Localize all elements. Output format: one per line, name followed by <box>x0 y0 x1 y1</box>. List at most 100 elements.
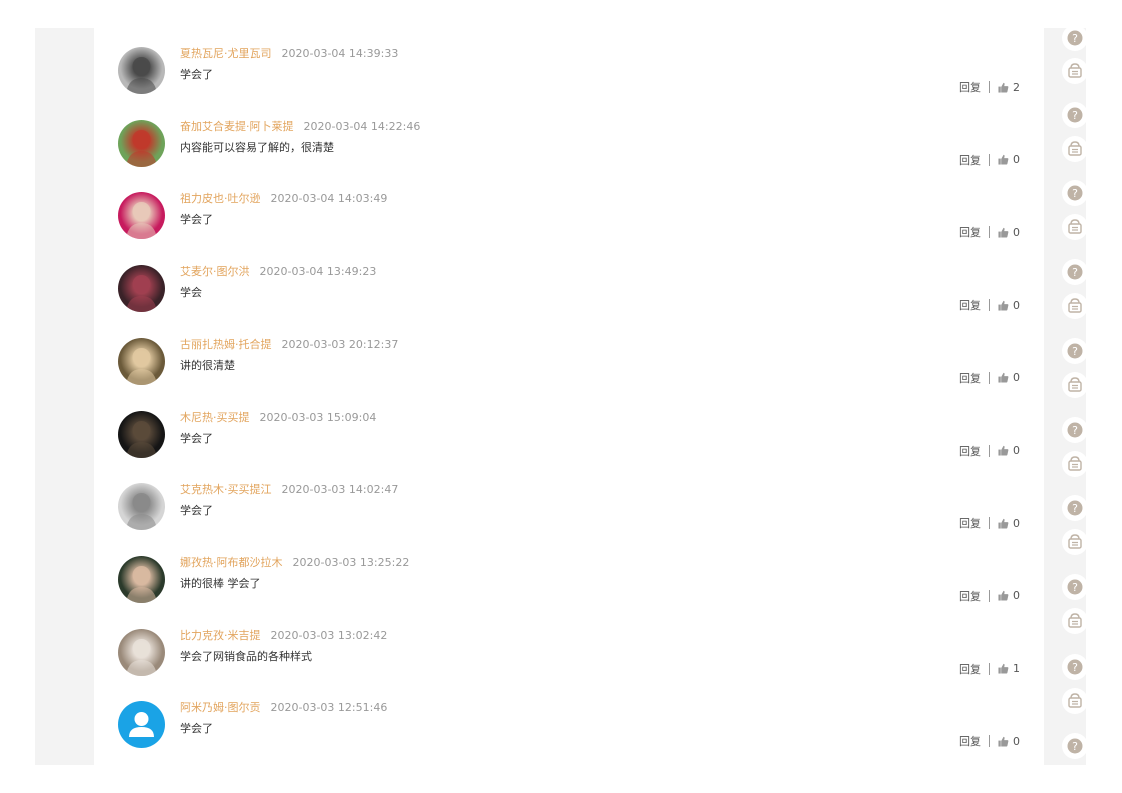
user-photo <box>126 493 157 531</box>
avatar[interactable] <box>118 701 165 749</box>
comment-text: 学会了 <box>180 722 213 736</box>
comment-author[interactable]: 艾克热木·买买提江 <box>180 483 272 496</box>
avatar[interactable] <box>118 555 165 603</box>
comment-author[interactable]: 夏热瓦尼·尤里瓦司 <box>180 47 272 60</box>
reply-button[interactable]: 回复 <box>959 515 981 531</box>
avatar[interactable] <box>118 410 165 458</box>
comment-item: 木尼热·买买提 2020-03-03 15:09:04 学会了 回复 0 <box>94 392 1044 464</box>
comment-actions: 回复 0 <box>959 370 1020 386</box>
bag-icon[interactable] <box>1062 608 1088 634</box>
reply-button[interactable]: 回复 <box>959 79 981 95</box>
question-icon[interactable]: ? <box>1062 338 1088 364</box>
like-button[interactable]: 0 <box>998 153 1020 166</box>
question-icon[interactable]: ? <box>1062 733 1088 759</box>
divider <box>989 517 990 530</box>
like-button[interactable]: 0 <box>998 444 1020 457</box>
reply-button[interactable]: 回复 <box>959 224 981 240</box>
user-photo <box>126 129 157 167</box>
question-icon[interactable]: ? <box>1062 25 1088 51</box>
thumbs-up-icon <box>998 663 1009 674</box>
avatar[interactable] <box>118 265 165 313</box>
bag-icon[interactable] <box>1062 372 1088 398</box>
comment-actions: 回复 0 <box>959 152 1020 168</box>
comment-author[interactable]: 祖力皮也·吐尔逊 <box>180 192 261 205</box>
comment-actions: 回复 0 <box>959 443 1020 459</box>
svg-text:?: ? <box>1072 661 1078 674</box>
question-icon[interactable]: ? <box>1062 259 1088 285</box>
reply-button[interactable]: 回复 <box>959 370 981 386</box>
avatar[interactable] <box>118 628 165 676</box>
comment-actions: 回复 0 <box>959 733 1020 749</box>
comment-author[interactable]: 艾麦尔·图尔洪 <box>180 265 250 278</box>
comment-item: 艾麦尔·图尔洪 2020-03-04 13:49:23 学会 回复 0 <box>94 246 1044 318</box>
comment-meta: 娜孜热·阿布都沙拉木 2020-03-03 13:25:22 <box>180 556 409 570</box>
divider <box>989 371 990 384</box>
bag-icon[interactable] <box>1062 529 1088 555</box>
comment-time: 2020-03-04 13:49:23 <box>259 265 377 279</box>
comment-time: 2020-03-03 20:12:37 <box>281 337 399 351</box>
reply-button[interactable]: 回复 <box>959 733 981 749</box>
like-count: 0 <box>1013 153 1020 167</box>
comment-actions: 回复 0 <box>959 515 1020 531</box>
question-icon[interactable]: ? <box>1062 654 1088 680</box>
comment-item: 阿米乃姆·图尔贡 2020-03-03 12:51:46 学会了 回复 0 <box>94 682 1044 754</box>
like-button[interactable]: 0 <box>998 589 1020 602</box>
comment-item: 祖力皮也·吐尔逊 2020-03-04 14:03:49 学会了 回复 0 <box>94 173 1044 245</box>
thumbs-up-icon <box>998 518 1009 529</box>
svg-text:?: ? <box>1072 187 1078 200</box>
thumbs-up-icon <box>998 445 1009 456</box>
bag-icon[interactable] <box>1062 451 1088 477</box>
comment-author[interactable]: 木尼热·买买提 <box>180 411 250 424</box>
avatar[interactable] <box>118 337 165 385</box>
bag-icon[interactable] <box>1062 136 1088 162</box>
like-button[interactable]: 0 <box>998 517 1020 530</box>
comment-item: 娜孜热·阿布都沙拉木 2020-03-03 13:25:22 讲的很棒 学会了 回复 0 <box>94 537 1044 609</box>
divider <box>989 662 990 675</box>
divider <box>989 444 990 457</box>
avatar[interactable] <box>118 47 165 94</box>
comment-list: 夏热瓦尼·尤里瓦司 2020-03-04 14:39:33 学会了 回复 2 奋加艾合麦提… <box>94 28 1044 765</box>
comment-author[interactable]: 阿米乃姆·图尔贡 <box>180 701 261 714</box>
reply-button[interactable]: 回复 <box>959 297 981 313</box>
like-button[interactable]: 1 <box>998 662 1020 675</box>
thumbs-up-icon <box>998 300 1009 311</box>
question-icon[interactable]: ? <box>1062 180 1088 206</box>
like-count: 0 <box>1013 589 1020 603</box>
svg-text:?: ? <box>1072 109 1078 122</box>
question-icon[interactable]: ? <box>1062 495 1088 521</box>
comment-author[interactable]: 娜孜热·阿布都沙拉木 <box>180 556 283 569</box>
question-icon[interactable]: ? <box>1062 102 1088 128</box>
comment-author[interactable]: 奋加艾合麦提·阿卜莱提 <box>180 120 294 133</box>
like-button[interactable]: 0 <box>998 226 1020 239</box>
bag-icon[interactable] <box>1062 293 1088 319</box>
user-photo <box>126 565 157 603</box>
like-button[interactable]: 0 <box>998 371 1020 384</box>
avatar[interactable] <box>118 483 165 531</box>
comment-actions: 回复 0 <box>959 297 1020 313</box>
thumbs-up-icon <box>998 373 1009 383</box>
user-photo <box>126 638 157 676</box>
user-photo <box>126 275 157 313</box>
reply-button[interactable]: 回复 <box>959 661 981 677</box>
comment-actions: 回复 2 <box>959 79 1020 95</box>
avatar[interactable] <box>118 192 165 240</box>
like-button[interactable]: 2 <box>998 81 1020 94</box>
bag-icon[interactable] <box>1062 58 1088 84</box>
like-button[interactable]: 0 <box>998 735 1020 748</box>
comment-author[interactable]: 比力克孜·米吉提 <box>180 629 261 642</box>
bag-icon[interactable] <box>1062 214 1088 240</box>
comment-actions: 回复 1 <box>959 661 1020 677</box>
bag-icon[interactable] <box>1062 688 1088 714</box>
comment-text: 学会了网销食品的各种样式 <box>180 649 312 663</box>
question-icon[interactable]: ? <box>1062 574 1088 600</box>
question-icon[interactable]: ? <box>1062 417 1088 443</box>
reply-button[interactable]: 回复 <box>959 588 981 604</box>
like-button[interactable]: 0 <box>998 299 1020 312</box>
reply-button[interactable]: 回复 <box>959 152 981 168</box>
left-gutter <box>35 28 94 765</box>
reply-button[interactable]: 回复 <box>959 443 981 459</box>
avatar[interactable] <box>118 119 165 167</box>
comment-text: 内容能可以容易了解的，很清楚 <box>180 140 334 154</box>
divider <box>989 153 990 166</box>
comment-author[interactable]: 古丽扎热姆·托合提 <box>180 338 272 351</box>
